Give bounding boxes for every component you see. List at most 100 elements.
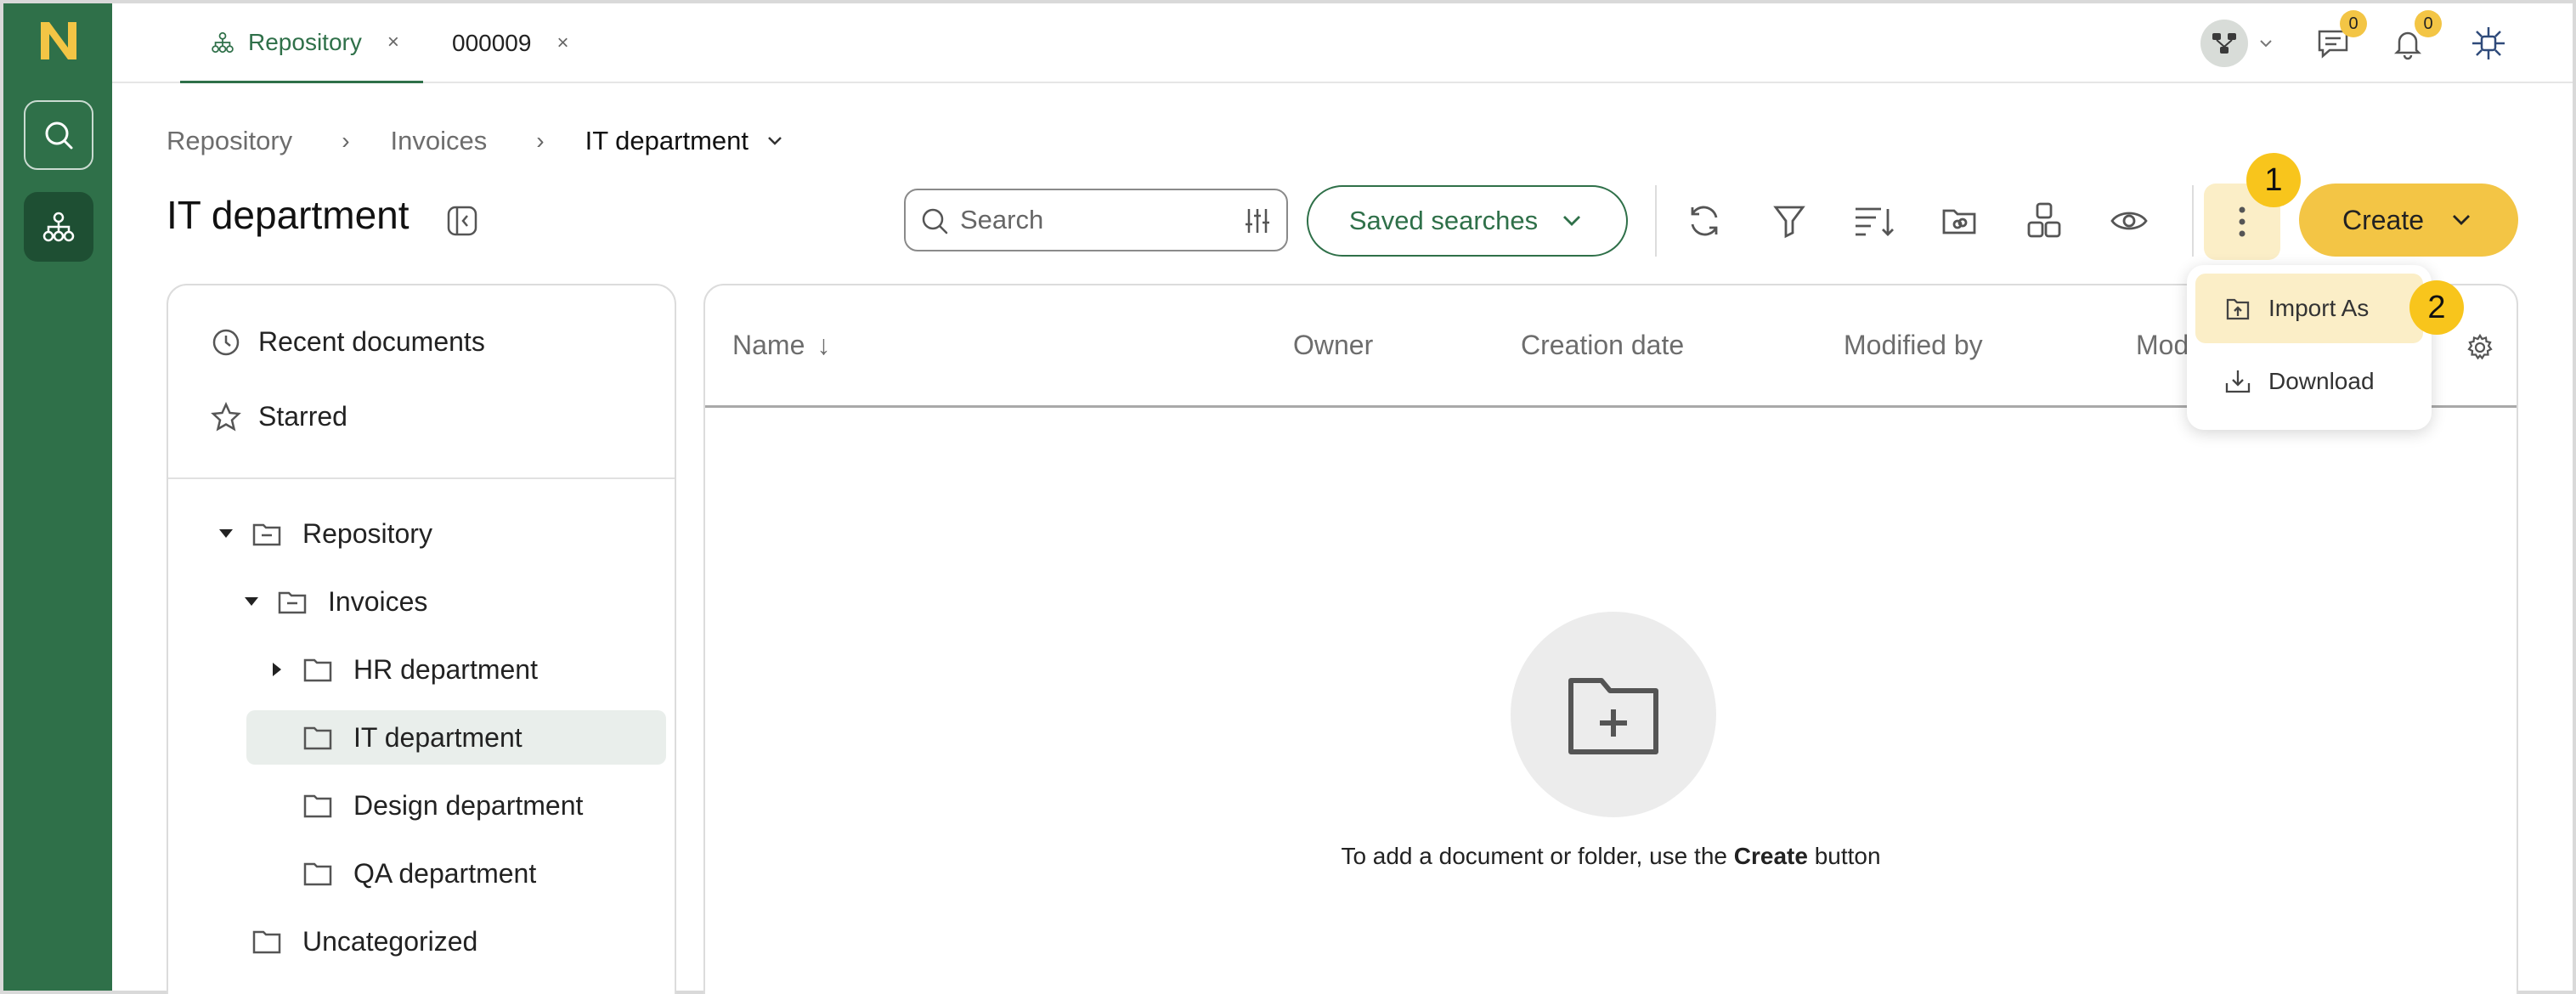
empty-prefix: To add a document or folder, use the: [1341, 843, 1734, 869]
filter-icon: [1773, 206, 1805, 239]
app-rail: [3, 3, 112, 991]
collapse-panel-icon[interactable]: [445, 204, 479, 238]
breadcrumb-separator: ›: [342, 127, 350, 154]
sort-icon: [1856, 207, 1894, 236]
layout-icon: [2027, 202, 2061, 238]
empty-bold: Create: [1733, 843, 1808, 869]
settings-network-button[interactable]: [2469, 3, 2508, 83]
recent-documents-item[interactable]: Recent documents: [211, 326, 485, 358]
search-filter-icon[interactable]: [1240, 204, 1274, 238]
messages-badge: 0: [2340, 10, 2367, 37]
empty-suffix: button: [1807, 843, 1881, 869]
navigation-panel: Recent documents Starred Repository Invo…: [167, 284, 676, 994]
repository-icon: [212, 31, 234, 53]
more-actions-menu: Import As Download: [2187, 265, 2432, 430]
refresh-button[interactable]: [1681, 197, 1728, 245]
import-icon: [2226, 298, 2250, 320]
close-icon[interactable]: ×: [556, 31, 568, 55]
rail-search-button[interactable]: [24, 100, 93, 170]
user-menu[interactable]: [2200, 3, 2275, 83]
tree-label: QA department: [353, 857, 537, 889]
sort-button[interactable]: [1850, 197, 1898, 245]
gear-icon[interactable]: [2466, 333, 2494, 362]
tree-item-uncategorized[interactable]: Uncategorized: [250, 914, 477, 969]
caret-down-icon[interactable]: [241, 591, 262, 612]
clock-icon: [212, 329, 240, 355]
column-label: Name: [732, 330, 805, 360]
chevron-down-icon[interactable]: [762, 128, 788, 154]
page-title: IT department: [167, 193, 410, 237]
starred-label: Starred: [258, 401, 347, 432]
tree-label: HR department: [353, 653, 538, 685]
column-name[interactable]: Name ↓: [732, 330, 830, 361]
caret-down-icon[interactable]: [216, 523, 236, 544]
column-modified-by[interactable]: Modified by: [1844, 330, 1983, 361]
recent-documents-label: Recent documents: [258, 326, 485, 357]
folder-icon: [252, 930, 281, 954]
caret-right-icon[interactable]: [267, 659, 287, 680]
tab-repository[interactable]: Repository ×: [180, 3, 423, 83]
folder-icon: [303, 726, 332, 750]
folder-link-button[interactable]: [1935, 197, 1983, 245]
avatar: [2200, 20, 2248, 67]
avatar-icon: [2212, 33, 2236, 54]
column-creation-date[interactable]: Creation date: [1521, 330, 1684, 361]
tab-document[interactable]: 000009 ×: [452, 3, 622, 83]
tree-item-it-department[interactable]: IT department: [246, 710, 666, 765]
tree-item-design-department[interactable]: Design department: [301, 778, 583, 833]
star-icon: [211, 401, 241, 432]
folder-icon: [303, 794, 332, 818]
menu-item-download[interactable]: Download: [2195, 347, 2423, 416]
saved-searches-label: Saved searches: [1348, 206, 1539, 235]
archive-icon: [278, 591, 307, 614]
create-label: Create: [2342, 204, 2425, 235]
column-label: Mod: [2136, 330, 2189, 360]
archive-icon: [252, 523, 281, 546]
close-icon[interactable]: ×: [387, 31, 399, 54]
column-modified-date[interactable]: Mod: [2136, 330, 2189, 361]
panel-divider: [168, 477, 675, 479]
folder-link-icon: [1942, 209, 1976, 234]
layout-button[interactable]: [2020, 197, 2068, 245]
menu-item-import-as[interactable]: Import As: [2195, 274, 2423, 343]
starred-item[interactable]: Starred: [211, 401, 347, 432]
tree-item-invoices[interactable]: Invoices: [241, 574, 427, 629]
folder-icon: [303, 862, 332, 886]
tab-bar: Repository × 000009 × 0 0: [112, 3, 2573, 83]
column-label: Modified by: [1844, 330, 1983, 360]
tree-label: Design department: [353, 789, 584, 821]
tree-item-qa-department[interactable]: QA department: [301, 846, 536, 901]
refresh-icon: [1691, 206, 1718, 236]
toolbar-divider: [1655, 185, 1657, 257]
chevron-down-icon: [2260, 40, 2272, 48]
empty-state-icon-wrap: [1511, 612, 1716, 817]
breadcrumb-item-repository[interactable]: Repository: [167, 126, 292, 156]
eye-icon: [2110, 212, 2148, 230]
search-input[interactable]: Search: [904, 189, 1288, 251]
search-icon: [45, 121, 73, 150]
download-icon: [2225, 370, 2251, 393]
tree-item-repository[interactable]: Repository: [216, 506, 432, 561]
app-logo[interactable]: [37, 19, 80, 63]
tree-label: Uncategorized: [302, 925, 478, 957]
create-button[interactable]: Create: [2299, 184, 2518, 257]
breadcrumb-separator: ›: [536, 127, 545, 154]
tab-label: 000009: [452, 30, 532, 56]
column-owner[interactable]: Owner: [1293, 330, 1373, 361]
rail-repository-button[interactable]: [24, 192, 93, 262]
column-label: Owner: [1293, 330, 1374, 360]
folder-icon: [303, 658, 332, 682]
repository-icon: [42, 212, 75, 242]
breadcrumb-item-invoices[interactable]: Invoices: [391, 126, 488, 156]
search-placeholder: Search: [960, 205, 1044, 234]
preview-button[interactable]: [2105, 197, 2153, 245]
tree-item-hr-department[interactable]: HR department: [267, 642, 538, 697]
network-icon: [2472, 27, 2505, 59]
filter-button[interactable]: [1765, 197, 1813, 245]
saved-searches-button[interactable]: Saved searches: [1307, 185, 1628, 257]
breadcrumb-item-current[interactable]: IT department: [585, 126, 749, 156]
breadcrumb: Repository › Invoices › IT department: [167, 119, 788, 163]
more-vertical-icon: [2239, 206, 2246, 237]
tree-label: Repository: [302, 517, 432, 549]
menu-item-label: Import As: [2268, 295, 2370, 321]
